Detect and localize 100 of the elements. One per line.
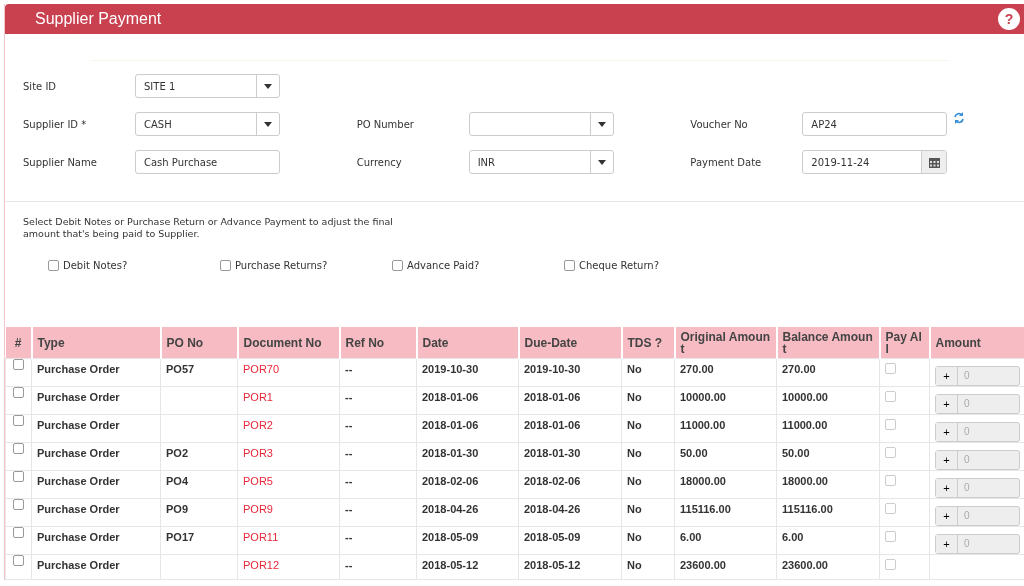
column-header: Amount <box>935 335 981 350</box>
table-cell: -- <box>345 391 353 403</box>
document-link[interactable]: POR3 <box>243 447 273 459</box>
row-checkbox[interactable] <box>13 359 24 370</box>
table-cell: No <box>627 363 642 375</box>
document-link[interactable]: POR1 <box>243 391 273 403</box>
document-link[interactable]: POR70 <box>243 363 280 375</box>
row-checkbox[interactable] <box>13 387 24 398</box>
document-link[interactable]: POR2 <box>243 419 273 431</box>
text-field[interactable]: AP24 <box>802 112 948 136</box>
pay-all-checkbox[interactable] <box>885 391 896 402</box>
table-cell: 50.00 <box>680 447 708 459</box>
table-cell: 115116.00 <box>680 503 731 515</box>
table-cell: PO17 <box>166 531 195 543</box>
dropdown-field[interactable]: SITE 1 <box>135 74 280 98</box>
field-label: PO Number <box>356 118 415 130</box>
checkbox[interactable] <box>48 260 59 271</box>
table-cell: No <box>627 419 642 431</box>
table-cell: Purchase Order <box>37 531 120 543</box>
column-header: Balance Amount <box>782 329 873 356</box>
table-cell: 2018-04-26 <box>422 503 479 515</box>
row-checkbox[interactable] <box>13 443 24 454</box>
pay-all-checkbox[interactable] <box>885 503 896 514</box>
table-cell: Purchase Order <box>37 447 120 459</box>
table-cell: 2018-01-06 <box>422 391 479 403</box>
caret-icon <box>264 121 272 127</box>
document-link[interactable]: POR11 <box>243 531 279 543</box>
table-cell: No <box>627 447 642 459</box>
checkbox[interactable] <box>220 260 231 271</box>
table-cell: 23600.00 <box>680 559 726 571</box>
table-cell: No <box>627 475 642 487</box>
table-cell: -- <box>345 559 353 571</box>
column-header: PO No <box>166 335 204 350</box>
text-field[interactable]: Cash Purchase <box>135 150 280 174</box>
field-label: Site ID <box>23 80 58 92</box>
table-cell: No <box>627 391 642 403</box>
table-cell: -- <box>345 503 353 515</box>
row-checkbox[interactable] <box>13 415 24 426</box>
refresh-icon[interactable] <box>953 112 966 124</box>
table-cell: 2018-05-12 <box>524 559 581 571</box>
table-cell: -- <box>345 531 353 543</box>
table-cell: Purchase Order <box>37 559 120 571</box>
page-title: Supplier Payment <box>35 10 162 28</box>
table-cell: PO57 <box>166 363 195 375</box>
checkbox[interactable] <box>392 260 403 271</box>
document-link[interactable]: POR5 <box>243 475 273 487</box>
pay-all-checkbox[interactable] <box>885 531 896 542</box>
column-header: Original Amount <box>680 329 771 356</box>
pay-all-checkbox[interactable] <box>885 559 896 570</box>
row-checkbox[interactable] <box>13 471 24 482</box>
column-header: Pay All <box>885 329 922 356</box>
document-link[interactable]: POR9 <box>243 503 273 515</box>
dropdown-field[interactable]: INR <box>468 150 614 174</box>
table-cell: -- <box>345 447 353 459</box>
checkbox-label: Cheque Return? <box>579 260 659 271</box>
column-header: Due-Date <box>524 335 578 350</box>
table-cell: No <box>627 559 642 571</box>
table-cell: No <box>627 503 642 515</box>
table-cell: 2018-01-06 <box>524 419 581 431</box>
pay-all-checkbox[interactable] <box>885 363 896 374</box>
table-cell: 2018-05-12 <box>422 559 479 571</box>
table-cell: Purchase Order <box>37 475 120 487</box>
date-field[interactable]: 2019-11-24 <box>802 150 948 174</box>
checkbox[interactable] <box>564 260 575 271</box>
field-label: Supplier ID * <box>23 118 88 130</box>
help-button[interactable]: ? <box>998 8 1020 30</box>
column-header: # <box>14 335 22 350</box>
field-label: Voucher No <box>690 118 749 130</box>
table-cell: Purchase Order <box>37 503 120 515</box>
pay-all-checkbox[interactable] <box>885 447 896 458</box>
table-cell: 270.00 <box>680 363 714 375</box>
field-label: Supplier Name <box>23 156 98 168</box>
table-cell: 50.00 <box>782 447 810 459</box>
table-cell: -- <box>345 363 353 375</box>
table-cell: 6.00 <box>680 531 702 543</box>
pay-all-checkbox[interactable] <box>885 419 896 430</box>
table-cell: 270.00 <box>782 363 816 375</box>
table-cell: 2018-01-06 <box>422 419 479 431</box>
table-cell: 6.00 <box>782 531 804 543</box>
table-cell: 2018-02-06 <box>422 475 479 487</box>
table-cell: Purchase Order <box>37 363 120 375</box>
field-label: Currency <box>356 156 403 168</box>
table-cell: 11000.00 <box>782 419 828 431</box>
table-cell: 2018-01-30 <box>524 447 581 459</box>
pay-all-checkbox[interactable] <box>885 475 896 486</box>
column-header: Date <box>422 335 449 350</box>
document-link[interactable]: POR12 <box>243 559 280 571</box>
checkbox-label: Debit Notes? <box>63 260 128 271</box>
table-cell: 2018-02-06 <box>524 475 581 487</box>
row-checkbox[interactable] <box>13 555 24 566</box>
column-header: Document No <box>243 335 322 350</box>
table-cell: PO4 <box>166 475 188 487</box>
row-checkbox[interactable] <box>13 527 24 538</box>
dropdown-field[interactable]: CASH <box>135 112 280 136</box>
caret-icon <box>597 159 606 165</box>
dropdown-field[interactable] <box>468 112 614 136</box>
table-cell: 23600.00 <box>782 559 828 571</box>
table-cell: 2019-10-30 <box>422 363 479 375</box>
row-checkbox[interactable] <box>13 499 24 510</box>
table-cell: -- <box>345 475 353 487</box>
